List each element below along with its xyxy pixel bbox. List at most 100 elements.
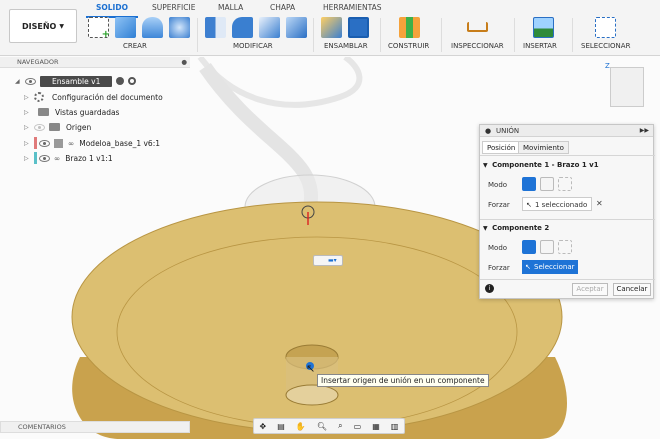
look-at-icon[interactable]: ▤ [277,422,285,431]
expand-icon[interactable]: ▷ [24,94,34,101]
tab-position[interactable]: Posición [482,141,521,154]
navigator-header: NAVEGADOR ● [0,57,190,68]
clear-selection-icon[interactable]: ✕ [596,199,603,208]
tree-item-saved-views[interactable]: ▷ Vistas guardadas [24,105,119,119]
design-workspace-button[interactable]: DISEÑO ▼ [9,9,77,43]
cursor-icon: ↖ [525,263,531,271]
component1-title: Componente 1 - Brazo 1 v1 [492,161,599,169]
measure-icon[interactable] [467,22,488,32]
navigator-panel: NAVEGADOR ● ◢ Ensamble v1 ▷ Configuració… [0,57,190,170]
expand-icon[interactable]: ▷ [24,124,34,131]
info-icon[interactable]: i [485,284,494,293]
component2-select-button[interactable]: ↖ Seleccionar [522,260,578,274]
pin-icon[interactable]: ● [485,125,491,137]
assembly-label[interactable]: Ensamble v1 [40,75,113,87]
folder-icon [49,123,60,131]
mode-between-icon[interactable] [540,177,554,191]
expand-icon[interactable]: ▶▶ [640,125,649,137]
create-sketch-icon[interactable]: + [88,17,110,40]
joint-icon[interactable] [348,17,369,38]
comments-label: COMENTARIOS [18,423,66,431]
target-icon[interactable] [128,77,137,85]
insert-image-icon[interactable] [533,17,554,38]
component-color-bar [34,137,37,149]
component2-section[interactable]: ▼ Componente 2 [483,224,549,232]
tab-motion[interactable]: Movimiento [518,141,569,154]
chamfer-icon[interactable] [259,17,280,38]
fillet-icon[interactable] [232,17,253,38]
union-dialog: ● UNIÓN ▶▶ Posición Movimiento ▼ Compone… [479,124,655,299]
accept-button[interactable]: Aceptar [572,283,608,296]
tree-item-label: Vistas guardadas [55,107,120,117]
separator [380,18,381,52]
inspeccionar-group-label[interactable]: INSPECCIONAR [451,42,504,50]
component1-selection[interactable]: ↖ 1 seleccionado [522,197,592,211]
mode-point-icon[interactable] [558,240,572,254]
visibility-icon[interactable] [25,77,36,85]
grid-icon[interactable]: ▦ [372,422,380,431]
comments-panel[interactable]: COMENTARIOS [0,421,190,433]
divider [480,219,655,220]
tree-item-label: Origen [66,122,92,132]
viewports-icon[interactable]: ▥ [391,422,399,431]
modificar-group-label[interactable]: MODIFICAR [233,42,273,50]
design-label: DISEÑO [22,21,57,31]
view-cube[interactable] [610,67,644,107]
cancel-button[interactable]: Cancelar [613,283,651,296]
display-settings-icon[interactable]: ▭ [354,422,362,431]
crear-group-label[interactable]: CREAR [123,42,147,50]
component1-section[interactable]: ▼ Componente 1 - Brazo 1 v1 [483,161,599,169]
shell-icon[interactable] [286,17,307,38]
fit-icon[interactable]: ⌕ [338,421,342,431]
mode-between-icon[interactable] [540,240,554,254]
tab-superficie[interactable]: SUPERFICIE [152,3,195,15]
settings-icon[interactable] [116,77,125,85]
mode-face-icon[interactable] [522,240,536,254]
link-icon: ∞ [68,138,75,148]
expand-icon[interactable]: ▷ [24,155,34,162]
tab-solido[interactable]: SOLIDO [86,3,138,18]
zoom-icon[interactable]: 🔍︎ [317,422,327,431]
dialog-header[interactable]: ● UNIÓN ▶▶ [480,125,653,137]
press-pull-icon[interactable] [205,17,226,38]
seleccionar-group-label[interactable]: SELECCIONAR [581,42,630,50]
expand-icon[interactable]: ◢ [15,78,25,85]
new-component-icon[interactable] [321,17,342,38]
tree-item-arm[interactable]: ▷ ∞ Brazo 1 v1:1 [24,151,113,165]
tree-root[interactable]: ◢ Ensamble v1 [15,74,137,88]
visibility-icon[interactable] [34,123,45,131]
mode-face-icon[interactable] [522,177,536,191]
navigator-title: NAVEGADOR [17,58,59,66]
ensamblar-group-label[interactable]: ENSAMBLAR [324,42,368,50]
orbit-icon[interactable]: ✥ [260,422,267,431]
gear-icon [34,92,44,102]
tree-item-origin[interactable]: ▷ Origen [24,120,91,134]
collapse-icon[interactable]: ▼ [483,225,488,232]
revolve-icon[interactable] [169,17,190,38]
dropdown-icon: ▬▾ [328,257,337,264]
expand-icon[interactable]: ▷ [24,140,34,147]
visibility-icon[interactable] [39,139,50,147]
tree-item-doc-settings[interactable]: ▷ Configuración del documento [24,90,163,104]
insertar-group-label[interactable]: INSERTAR [523,42,557,50]
mode-label: Modo [488,244,508,252]
selection-label: 1 seleccionado [535,201,588,209]
pan-icon[interactable]: ✋ [296,422,306,431]
tab-herramientas[interactable]: HERRAMIENTAS [323,3,382,15]
new-component-icon[interactable] [115,17,136,38]
tab-malla[interactable]: MALLA [218,3,243,15]
select-icon[interactable] [595,17,616,38]
tab-chapa[interactable]: CHAPA [270,3,295,15]
mode-point-icon[interactable] [558,177,572,191]
joint-type-selector[interactable]: ▬▾ [313,255,343,266]
offset-plane-icon[interactable] [399,17,420,38]
visibility-icon[interactable] [39,154,50,162]
expand-icon[interactable]: ▷ [24,109,34,116]
tooltip: Insertar origen de unión en un component… [317,374,489,387]
collapse-icon[interactable]: ▼ [483,162,488,169]
construir-group-label[interactable]: CONSTRUIR [388,42,429,50]
pin-icon[interactable]: ● [181,57,187,68]
extrude-icon[interactable] [142,17,163,38]
tree-item-base-model[interactable]: ▷ ∞ Modeloa_base_1 v6:1 [24,136,160,150]
tree-item-label: Modeloa_base_1 v6:1 [79,138,160,148]
